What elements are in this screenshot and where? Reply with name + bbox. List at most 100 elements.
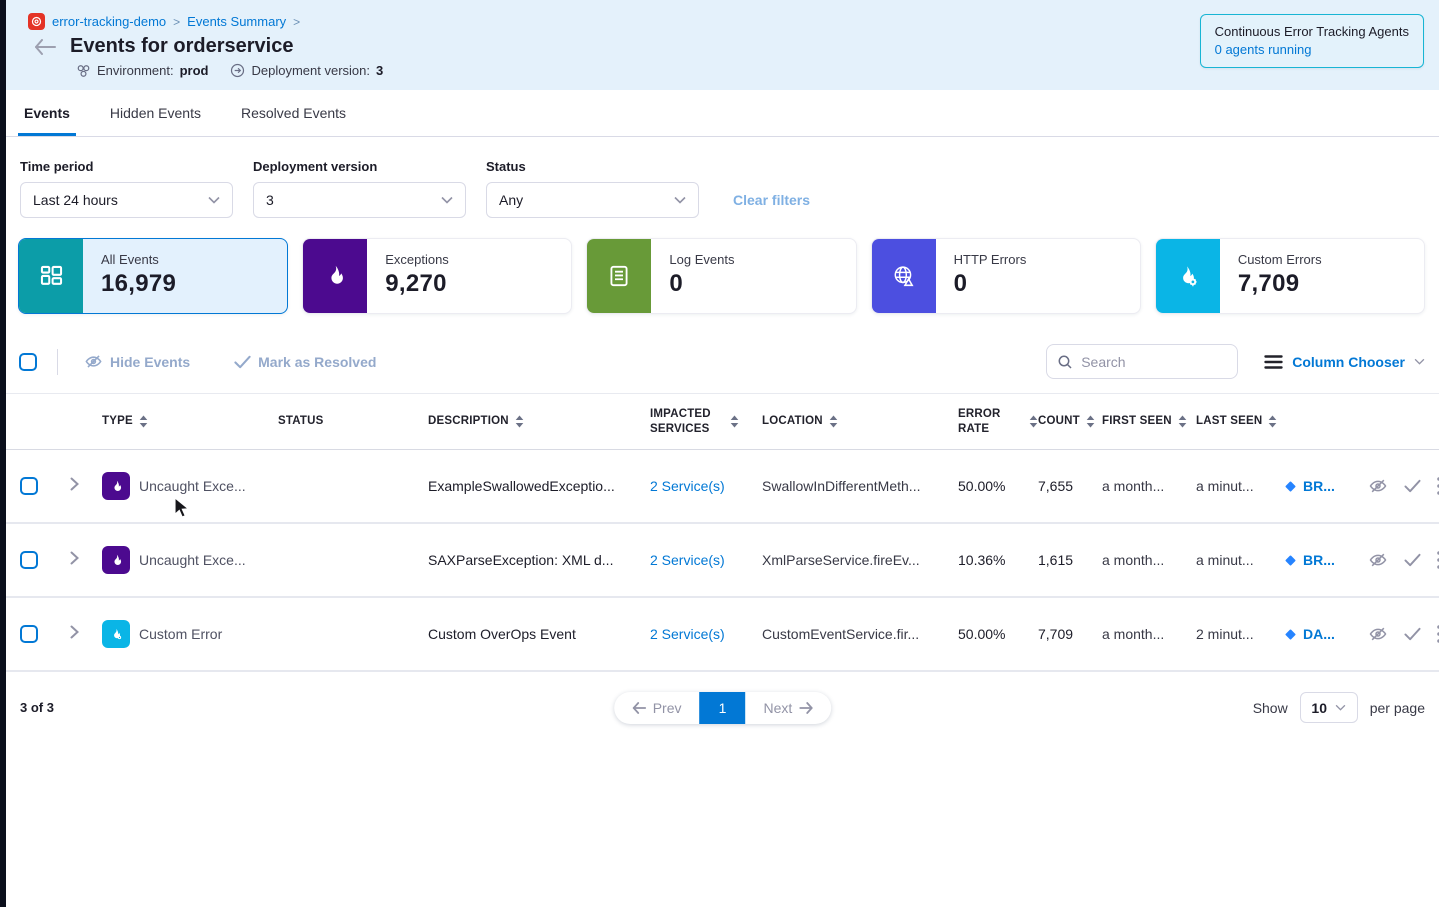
status-value: Any — [499, 192, 523, 208]
event-description: SAXParseException: XML d... — [428, 552, 650, 568]
column-header-impacted-services[interactable]: Impacted Services — [650, 407, 762, 437]
expand-row-icon[interactable] — [70, 477, 79, 491]
search-icon — [1057, 354, 1073, 370]
page-summary: 3 of 3 — [20, 700, 54, 715]
table-row[interactable]: Uncaught Exce... SAXParseException: XML … — [6, 524, 1439, 598]
tab-hidden-events[interactable]: Hidden Events — [110, 90, 201, 136]
clear-filters-button[interactable]: Clear filters — [733, 182, 810, 218]
column-chooser-button[interactable]: Column Chooser — [1264, 354, 1425, 370]
table-header-row: Type Status Description Impacted Service… — [6, 393, 1439, 450]
sort-icon[interactable] — [1268, 415, 1277, 428]
first-seen: a month... — [1102, 552, 1196, 568]
card-log-events[interactable]: Log Events 0 — [586, 238, 856, 314]
resolve-event-icon[interactable] — [1404, 479, 1421, 493]
page-size-select[interactable]: 10 — [1300, 692, 1358, 723]
status-select[interactable]: Any — [486, 182, 699, 218]
last-seen: a minut... — [1196, 552, 1284, 568]
document-icon — [606, 263, 632, 289]
error-rate: 10.36% — [958, 552, 1038, 568]
last-seen: 2 minut... — [1196, 626, 1284, 642]
bulk-actions-toolbar: Hide Events Mark as Resolved Column Choo… — [6, 314, 1439, 379]
table-row[interactable]: Uncaught Exce... ExampleSwallowedExcepti… — [6, 450, 1439, 524]
events-summary-page: error-tracking-demo > Events Summary > E… — [0, 0, 1439, 907]
sort-icon[interactable] — [139, 415, 148, 428]
hide-event-icon[interactable] — [1368, 476, 1388, 496]
flame-gear-icon — [1174, 263, 1201, 290]
table-row[interactable]: Custom Error Custom OverOps Event 2 Serv… — [6, 598, 1439, 672]
column-header-error-rate[interactable]: Error Rate — [958, 407, 1038, 437]
card-value: 0 — [954, 270, 1027, 298]
column-header-status[interactable]: Status — [278, 414, 428, 429]
agents-running-link[interactable]: 0 agents running — [1215, 42, 1409, 57]
card-value: 9,270 — [385, 270, 449, 298]
first-seen: a month... — [1102, 626, 1196, 642]
environment-icon — [76, 64, 91, 78]
last-seen: a minut... — [1196, 478, 1284, 494]
error-rate: 50.00% — [958, 478, 1038, 494]
search-input[interactable] — [1081, 354, 1221, 370]
hide-event-icon[interactable] — [1368, 624, 1388, 644]
column-header-last-seen[interactable]: Last Seen — [1196, 414, 1284, 429]
event-description: Custom OverOps Event — [428, 626, 650, 642]
card-exceptions[interactable]: Exceptions 9,270 — [302, 238, 572, 314]
ticket-link[interactable]: BR... — [1284, 552, 1368, 568]
hamburger-icon — [1264, 355, 1283, 369]
column-header-count[interactable]: Count — [1038, 414, 1102, 429]
sort-icon[interactable] — [1029, 415, 1038, 428]
toolbar-divider — [57, 349, 58, 375]
row-checkbox[interactable] — [20, 551, 38, 569]
column-header-type[interactable]: Type — [102, 414, 278, 429]
collapsed-sidebar-strip[interactable] — [0, 0, 6, 907]
tab-resolved-events[interactable]: Resolved Events — [241, 90, 346, 136]
tab-events[interactable]: Events — [24, 90, 70, 136]
column-header-first-seen[interactable]: First Seen — [1102, 414, 1196, 429]
sort-icon[interactable] — [730, 415, 739, 428]
sort-icon[interactable] — [1086, 415, 1095, 428]
hide-events-button[interactable]: Hide Events — [84, 352, 190, 371]
select-all-checkbox[interactable] — [19, 353, 37, 371]
ticket-link[interactable]: DA... — [1284, 626, 1368, 642]
row-checkbox[interactable] — [20, 477, 38, 495]
time-period-select[interactable]: Last 24 hours — [20, 182, 233, 218]
exception-type-icon — [102, 546, 130, 574]
event-count: 7,655 — [1038, 478, 1102, 494]
card-http-errors[interactable]: HTTP Errors 0 — [871, 238, 1141, 314]
card-label: Custom Errors — [1238, 252, 1322, 267]
next-page-button[interactable]: Next — [746, 692, 832, 724]
breadcrumb-project[interactable]: error-tracking-demo — [52, 14, 166, 29]
column-header-description[interactable]: Description — [428, 414, 650, 429]
column-header-location[interactable]: Location — [762, 414, 958, 429]
impacted-services-link[interactable]: 2 Service(s) — [650, 478, 762, 494]
expand-row-icon[interactable] — [70, 625, 79, 639]
card-all-events[interactable]: All Events 16,979 — [18, 238, 288, 314]
event-location: XmlParseService.fireEv... — [762, 552, 958, 568]
sort-icon[interactable] — [1178, 415, 1187, 428]
status-label: Status — [486, 159, 699, 174]
resolve-event-icon[interactable] — [1404, 553, 1421, 567]
page-header: error-tracking-demo > Events Summary > E… — [6, 0, 1439, 90]
back-arrow-icon[interactable] — [34, 39, 56, 55]
ticket-link[interactable]: BR... — [1284, 478, 1368, 494]
impacted-services-link[interactable]: 2 Service(s) — [650, 552, 762, 568]
jira-ticket-icon — [1284, 480, 1297, 493]
sort-icon[interactable] — [515, 415, 524, 428]
per-page-label: per page — [1370, 700, 1425, 716]
resolve-event-icon[interactable] — [1404, 627, 1421, 641]
chevron-down-icon — [441, 196, 453, 204]
search-box — [1046, 344, 1238, 379]
card-custom-errors[interactable]: Custom Errors 7,709 — [1155, 238, 1425, 314]
deployment-version-select[interactable]: 3 — [253, 182, 466, 218]
jira-ticket-icon — [1284, 628, 1297, 641]
time-period-value: Last 24 hours — [33, 192, 118, 208]
expand-row-icon[interactable] — [70, 551, 79, 565]
environment-label: Environment: — [97, 63, 174, 78]
page-1-button[interactable]: 1 — [700, 692, 746, 724]
prev-page-button[interactable]: Prev — [614, 692, 700, 724]
environment-value: prod — [180, 63, 209, 78]
row-checkbox[interactable] — [20, 625, 38, 643]
mark-resolved-button[interactable]: Mark as Resolved — [234, 354, 376, 370]
hide-event-icon[interactable] — [1368, 550, 1388, 570]
sort-icon[interactable] — [829, 415, 838, 428]
breadcrumb-section[interactable]: Events Summary — [187, 14, 286, 29]
impacted-services-link[interactable]: 2 Service(s) — [650, 626, 762, 642]
